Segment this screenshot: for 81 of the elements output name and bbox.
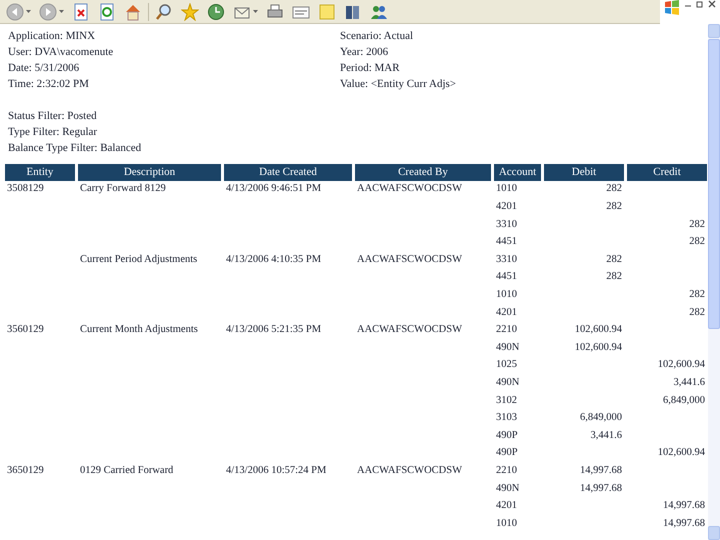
table-cell-text: 14,997.68 xyxy=(579,464,623,478)
table-cell-text: 490N xyxy=(495,340,520,355)
table-cell-text: 490P xyxy=(495,428,519,443)
table-cell-text: Carry Forward 8129 xyxy=(79,182,167,196)
table-cell-text: 490N xyxy=(495,482,520,496)
table-cell-text: Current Period Adjustments xyxy=(79,252,198,267)
table-cell-text: AACWAFSCWOCDSW xyxy=(356,182,464,196)
table-cell-text: 282 xyxy=(688,288,706,302)
table-cell-text: 3103 xyxy=(495,411,518,426)
table-cell-text: 102,600.94 xyxy=(656,446,706,460)
table-cell-text: Current Month Adjustments xyxy=(79,323,199,338)
column-header: Debit xyxy=(544,164,624,180)
table-cell-text: 282 xyxy=(688,306,706,320)
table-cell-text: 102,600.94 xyxy=(574,323,623,338)
table-cell-text: 4451 xyxy=(495,235,518,250)
forward-icon[interactable] xyxy=(37,0,66,22)
report-info-line: Scenario: Actual xyxy=(340,29,414,44)
table-cell-text: 3560129 xyxy=(6,323,45,338)
table-cell-text: 4/13/2006 10:57:24 PM xyxy=(225,464,328,478)
table-cell-text: 490N xyxy=(495,376,520,390)
close-icon[interactable] xyxy=(708,0,716,10)
table-cell-text: 4451 xyxy=(495,270,518,284)
filter-line: Balance Type Filter: Balanced xyxy=(8,141,142,156)
table-cell-text: 282 xyxy=(605,270,623,284)
report-info-line: Value: <Entity Curr Adjs> xyxy=(340,77,456,92)
table-cell-text: 4201 xyxy=(495,200,518,214)
table-cell-text: 1025 xyxy=(495,358,518,372)
table-cell-text: 3102 xyxy=(495,394,518,408)
table-cell-text: 2210 xyxy=(495,464,518,478)
table-cell-text: 102,600.94 xyxy=(656,358,706,372)
table-cell-text: 1010 xyxy=(495,182,518,196)
table-cell-text: 490P xyxy=(495,446,519,460)
table-cell-text: 102,600.94 xyxy=(574,340,623,355)
table-cell-text: 282 xyxy=(605,182,623,196)
table-cell-text: AACWAFSCWOCDSW xyxy=(356,323,464,338)
report-info-line: Period: MAR xyxy=(340,61,401,76)
table-cell-text: 4/13/2006 9:46:51 PM xyxy=(225,182,322,196)
table-cell-text: AACWAFSCWOCDSW xyxy=(356,464,464,478)
report-info-line: Application: MINX xyxy=(8,29,96,44)
column-header: Entity xyxy=(5,164,75,180)
table-cell-text: 282 xyxy=(605,200,623,214)
table-cell-text: 3,441.6 xyxy=(590,428,623,443)
table-cell-text: 1010 xyxy=(495,516,518,531)
table-cell-text: 14,997.68 xyxy=(662,499,706,514)
column-header: Date Created xyxy=(224,164,352,180)
table-cell-text: 14,997.68 xyxy=(662,516,706,531)
table-cell-text: 3310 xyxy=(495,252,518,267)
table-cell-text: AACWAFSCWOCDSW xyxy=(356,252,464,267)
table-cell-text: 1010 xyxy=(495,288,518,302)
table-cell-text: 4201 xyxy=(495,499,518,514)
table-cell-text: 0129 Carried Forward xyxy=(79,464,174,478)
table-cell-text: 4/13/2006 4:10:35 PM xyxy=(225,252,322,267)
star-icon[interactable] xyxy=(179,0,201,22)
column-header: Credit xyxy=(627,164,707,180)
table-cell-text: 6,849,000 xyxy=(579,411,623,426)
report-info-line: Year: 2006 xyxy=(340,45,390,60)
scrollbar[interactable] xyxy=(708,24,720,540)
table-cell-text: 4/13/2006 5:21:35 PM xyxy=(225,323,322,338)
table-cell-text: 3310 xyxy=(495,218,518,232)
table-cell-text: 3,441.6 xyxy=(672,376,706,390)
scroll-thumb[interactable] xyxy=(708,39,720,329)
report-info-line: User: DVA\vacomenute xyxy=(8,45,114,60)
restore-icon[interactable] xyxy=(696,0,704,10)
table-cell-text: 14,997.68 xyxy=(579,482,623,496)
windows-logo-icon xyxy=(664,0,680,16)
table-cell-text: 3508129 xyxy=(6,182,45,196)
table-cell-text: 3650129 xyxy=(6,464,45,478)
table-cell-text: 2210 xyxy=(495,323,518,338)
table-cell-text: 4201 xyxy=(495,306,518,320)
filter-line: Status Filter: Posted xyxy=(8,109,98,124)
report-info-line: Date: 5/31/2006 xyxy=(8,61,80,76)
table-cell-text: 6,849,000 xyxy=(662,394,706,408)
filter-line: Type Filter: Regular xyxy=(8,125,98,140)
table-cell-text: 282 xyxy=(605,252,623,267)
back-icon[interactable] xyxy=(4,0,33,22)
report-info-line: Time: 2:32:02 PM xyxy=(8,77,90,92)
column-header: Account xyxy=(494,164,541,180)
column-header: Description xyxy=(78,164,221,180)
table-cell-text: 282 xyxy=(688,235,706,250)
column-header: Created By xyxy=(355,164,491,180)
table-cell-text: 282 xyxy=(688,218,706,232)
